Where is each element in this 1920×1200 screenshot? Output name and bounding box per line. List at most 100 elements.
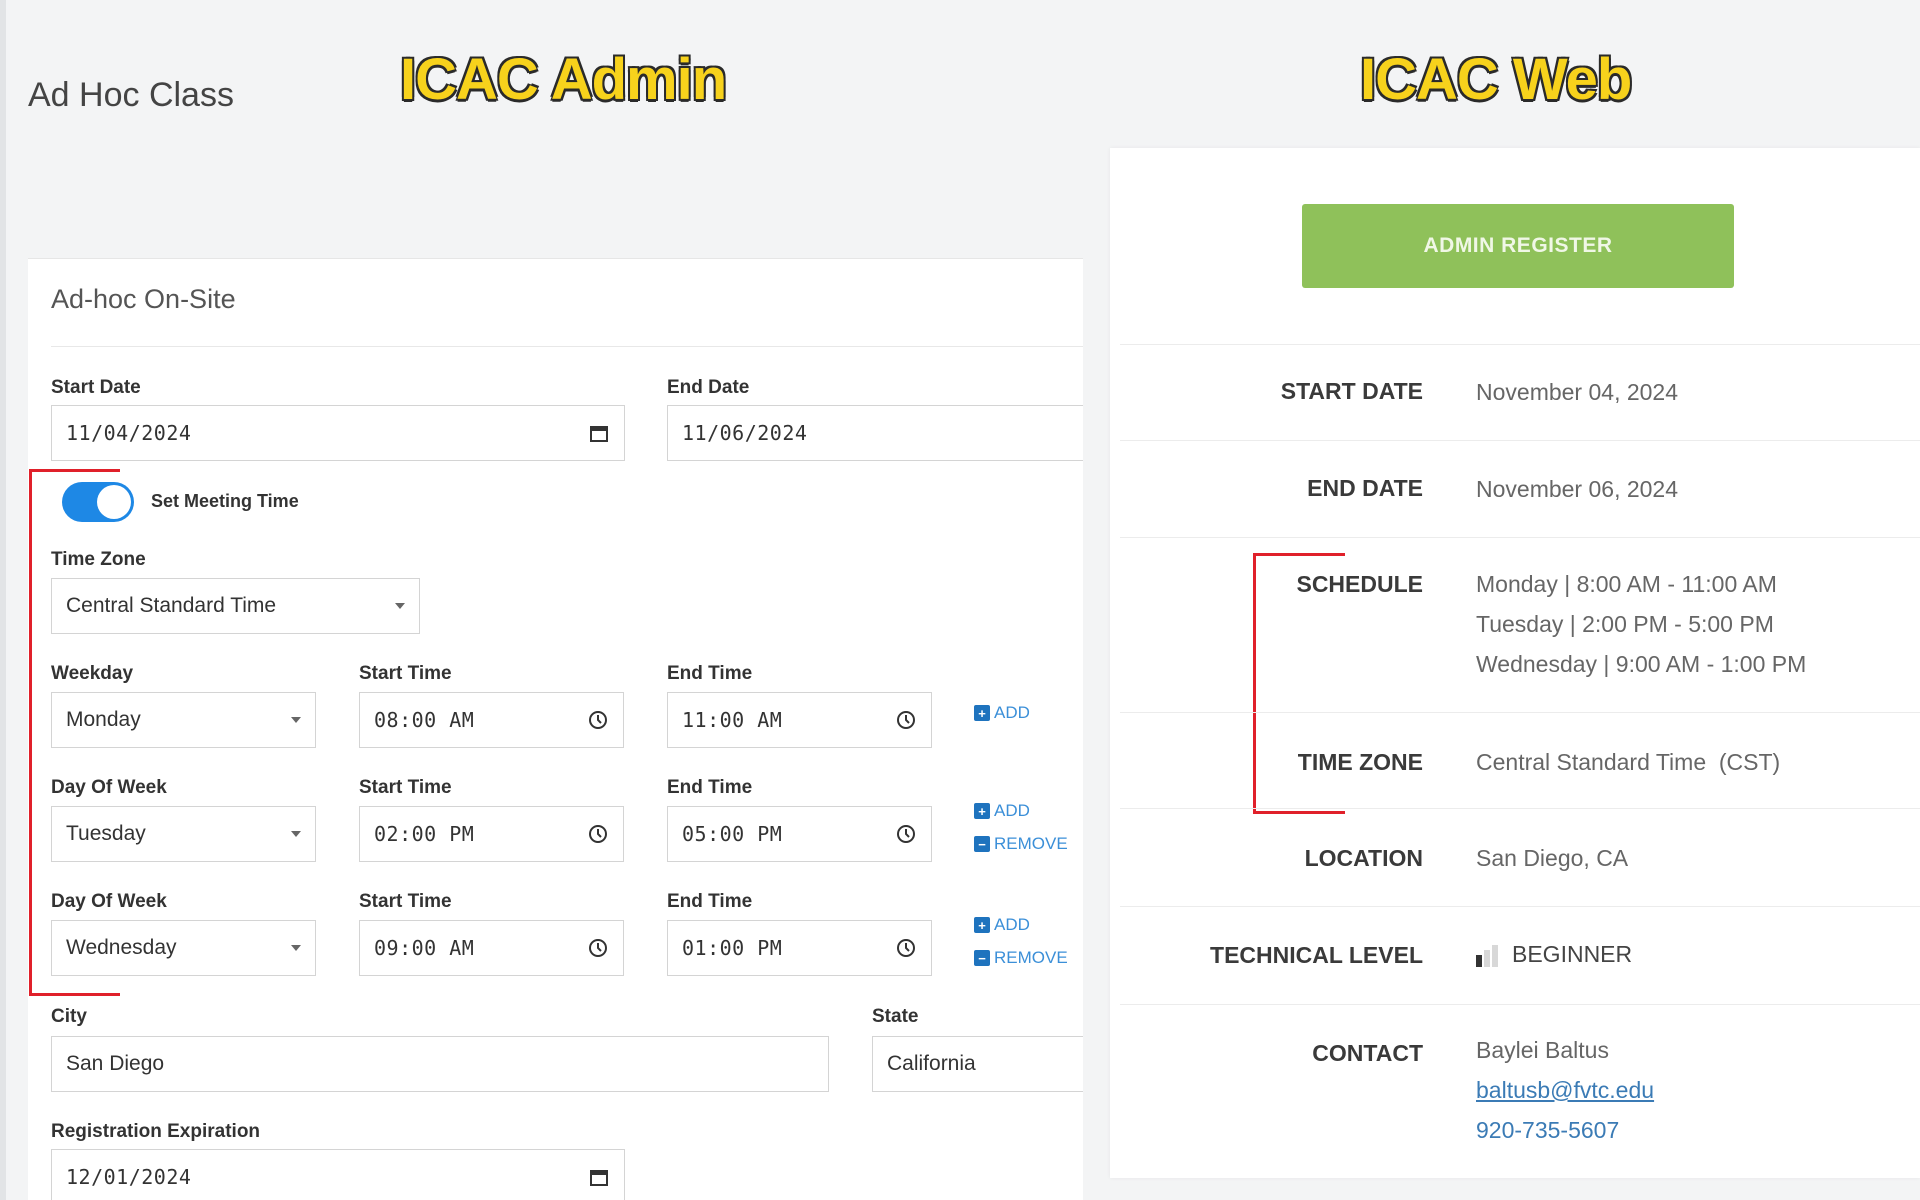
schedule-line: Tuesday | 2:00 PM - 5:00 PM bbox=[1476, 611, 1774, 637]
level-bar bbox=[1476, 954, 1482, 967]
set-meeting-time-toggle[interactable] bbox=[62, 482, 134, 522]
city-label: City bbox=[51, 1006, 87, 1027]
weekday-select[interactable]: Monday bbox=[51, 692, 316, 748]
registration-expiration-field[interactable]: 12/01/2024 bbox=[51, 1149, 625, 1200]
calendar-icon[interactable] bbox=[588, 422, 610, 444]
plus-icon: + bbox=[974, 803, 990, 819]
chevron-down-icon bbox=[291, 945, 301, 951]
add-button[interactable]: + ADD bbox=[974, 703, 1030, 723]
remove-button[interactable]: − REMOVE bbox=[974, 948, 1068, 968]
end-time-label: End Time bbox=[667, 777, 753, 798]
contact-email-link[interactable]: baltusb@fvtc.edu bbox=[1476, 1077, 1654, 1103]
add-label: ADD bbox=[994, 915, 1030, 934]
level-bar bbox=[1492, 944, 1498, 967]
start-time-value: 08:00 AM bbox=[374, 708, 475, 732]
remove-label: REMOVE bbox=[994, 948, 1068, 967]
start-date-value: 11/04/2024 bbox=[66, 421, 192, 445]
technical-level-value: BEGINNER bbox=[1476, 934, 1632, 974]
end-time-value: 01:00 PM bbox=[682, 936, 783, 960]
set-meeting-time-label: Set Meeting Time bbox=[151, 491, 299, 511]
day-of-week-label: Day Of Week bbox=[51, 891, 167, 912]
start-time-label: Start Time bbox=[359, 663, 452, 684]
divider bbox=[1120, 808, 1920, 809]
card-title: Ad-hoc On-Site bbox=[51, 284, 236, 314]
divider bbox=[1120, 440, 1920, 441]
registration-expiration-value: 12/01/2024 bbox=[66, 1165, 192, 1189]
divider bbox=[1120, 344, 1920, 345]
banner-admin-title: ICAC Admin bbox=[400, 47, 727, 112]
end-time-label: End Time bbox=[667, 663, 753, 684]
toggle-knob bbox=[97, 485, 131, 519]
divider bbox=[51, 346, 1091, 347]
end-time-value: 11:00 AM bbox=[682, 708, 783, 732]
plus-icon: + bbox=[974, 917, 990, 933]
end-date-value: November 06, 2024 bbox=[1476, 476, 1679, 502]
add-button[interactable]: + ADD bbox=[974, 915, 1030, 935]
end-time-value: 05:00 PM bbox=[682, 822, 783, 846]
city-input[interactable]: San Diego bbox=[51, 1036, 829, 1092]
minus-icon: − bbox=[974, 836, 990, 852]
end-date-field[interactable]: 11/06/2024 bbox=[667, 405, 1083, 461]
day-of-week-select[interactable]: Tuesday bbox=[51, 806, 316, 862]
clock-icon[interactable] bbox=[895, 937, 917, 959]
admin-register-button[interactable]: ADMIN REGISTER bbox=[1302, 204, 1734, 288]
add-label: ADD bbox=[994, 801, 1030, 820]
divider bbox=[1120, 712, 1920, 713]
start-time-field[interactable]: 02:00 PM bbox=[359, 806, 624, 862]
chevron-down-icon bbox=[291, 831, 301, 837]
page-title: Ad Hoc Class bbox=[28, 76, 234, 114]
day-of-week-label: Day Of Week bbox=[51, 777, 167, 798]
location-value: San Diego, CA bbox=[1476, 845, 1629, 871]
state-select[interactable]: California bbox=[872, 1036, 1083, 1092]
day-of-week-value: Wednesday bbox=[66, 936, 177, 959]
location-label: LOCATION bbox=[1304, 845, 1423, 871]
start-time-field[interactable]: 09:00 AM bbox=[359, 920, 624, 976]
start-date-value: November 04, 2024 bbox=[1476, 379, 1679, 405]
remove-button[interactable]: − REMOVE bbox=[974, 834, 1068, 854]
start-time-value: 09:00 AM bbox=[374, 936, 475, 960]
contact-block: Baylei Baltus baltusb@fvtc.edu 920-735-5… bbox=[1476, 1030, 1654, 1150]
start-date-label: START DATE bbox=[1280, 378, 1423, 404]
clock-icon[interactable] bbox=[895, 709, 917, 731]
time-zone-label: Time Zone bbox=[51, 549, 146, 570]
remove-label: REMOVE bbox=[994, 834, 1068, 853]
banner-web-title: ICAC Web bbox=[1360, 47, 1632, 112]
end-time-field[interactable]: 11:00 AM bbox=[667, 692, 932, 748]
chevron-down-icon bbox=[395, 603, 405, 609]
end-time-field[interactable]: 01:00 PM bbox=[667, 920, 932, 976]
day-of-week-select[interactable]: Wednesday bbox=[51, 920, 316, 976]
time-zone-select[interactable]: Central Standard Time bbox=[51, 578, 420, 634]
start-time-label: Start Time bbox=[359, 891, 452, 912]
plus-icon: + bbox=[974, 705, 990, 721]
end-time-field[interactable]: 05:00 PM bbox=[667, 806, 932, 862]
add-button[interactable]: + ADD bbox=[974, 801, 1030, 821]
clock-icon[interactable] bbox=[587, 937, 609, 959]
weekday-label: Weekday bbox=[51, 663, 134, 684]
chevron-down-icon bbox=[291, 717, 301, 723]
contact-label: CONTACT bbox=[1312, 1040, 1423, 1066]
end-date-label: END DATE bbox=[1307, 475, 1423, 501]
schedule-list: Monday | 8:00 AM - 11:00 AM Tuesday | 2:… bbox=[1476, 564, 1806, 684]
divider bbox=[1120, 906, 1920, 907]
level-bar bbox=[1484, 949, 1490, 967]
end-date-value: 11/06/2024 bbox=[682, 421, 808, 445]
schedule-line: Monday | 8:00 AM - 11:00 AM bbox=[1476, 571, 1777, 597]
time-zone-value: Central Standard Time (CST) bbox=[1476, 749, 1781, 775]
schedule-line: Wednesday | 9:00 AM - 1:00 PM bbox=[1476, 651, 1807, 677]
end-time-label: End Time bbox=[667, 891, 753, 912]
city-value: San Diego bbox=[66, 1052, 165, 1075]
schedule-label: SCHEDULE bbox=[1296, 571, 1423, 597]
contact-phone-link[interactable]: 920-735-5607 bbox=[1476, 1117, 1619, 1143]
start-date-label: Start Date bbox=[51, 377, 141, 398]
start-time-label: Start Time bbox=[359, 777, 452, 798]
clock-icon[interactable] bbox=[587, 709, 609, 731]
calendar-icon[interactable] bbox=[588, 1166, 610, 1188]
start-time-field[interactable]: 08:00 AM bbox=[359, 692, 624, 748]
panel-edge bbox=[0, 0, 6, 1200]
technical-level-label: TECHNICAL LEVEL bbox=[1210, 942, 1423, 968]
start-date-field[interactable]: 11/04/2024 bbox=[51, 405, 625, 461]
clock-icon[interactable] bbox=[895, 823, 917, 845]
day-of-week-value: Tuesday bbox=[66, 822, 146, 845]
contact-name: Baylei Baltus bbox=[1476, 1037, 1609, 1063]
clock-icon[interactable] bbox=[587, 823, 609, 845]
